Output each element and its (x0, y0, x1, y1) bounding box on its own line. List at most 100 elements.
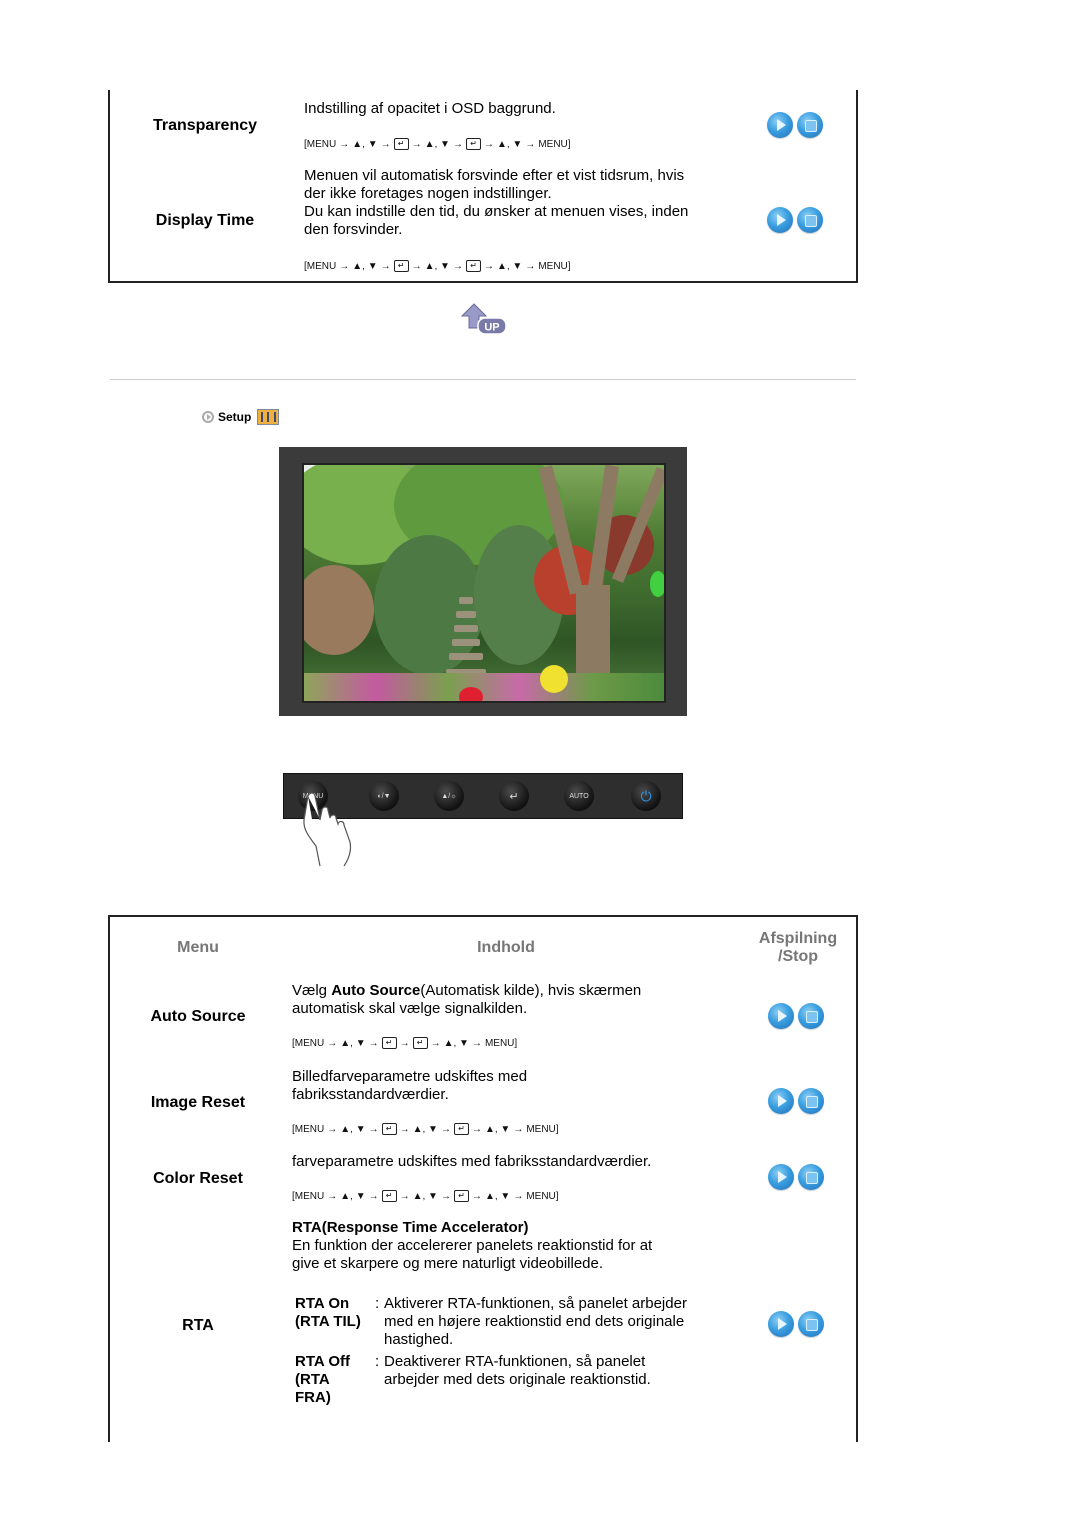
enter-key-icon: ↵ (381, 1123, 397, 1135)
key-line: RTA On (295, 1295, 350, 1312)
garden-photo (302, 463, 666, 703)
key-line: (RTA (295, 1371, 330, 1388)
display-time-key-path: [MENU → ▲, ▼ → ↵ → ▲, ▼ → ↵ → ▲, ▼ → MENU] (304, 260, 571, 272)
enter-key-icon: ↵ (465, 138, 481, 150)
up-brightness-button[interactable]: ▲/☼ (434, 781, 464, 811)
description-line: Du kan indstille den tid, du ønsker at m… (304, 203, 689, 220)
value-line: med en højere reaktionstid end dets orig… (384, 1313, 685, 1330)
enter-button[interactable]: ↵ (499, 781, 529, 811)
arrow-icon: → (380, 260, 391, 272)
display-time-description: Menuen vil automatisk forsvinde efter et… (304, 167, 688, 239)
arrow-icon: → (368, 1190, 379, 1202)
play-icon[interactable] (768, 1088, 794, 1114)
rta-option-off: RTA Off (RTA FRA) : Deaktiverer RTA-funk… (295, 1353, 724, 1407)
key-token: ▲, ▼ (484, 1123, 511, 1135)
arrow-icon: → (440, 1190, 451, 1202)
key-token: ▲, ▼ (424, 138, 450, 150)
rta-option-key: RTA On (RTA TIL) (295, 1295, 375, 1349)
play-icon[interactable] (768, 1003, 794, 1029)
stop-icon[interactable] (797, 112, 823, 138)
key-token: MENU] (538, 260, 571, 272)
menu-item-auto-source: Auto Source (150, 1008, 246, 1025)
play-icon[interactable] (768, 1311, 794, 1337)
description-line: automatisk skal vælge signalkilden. (292, 1000, 528, 1017)
key-token: ▲, ▼ (340, 1190, 366, 1202)
key-token: ▲, ▼ (496, 260, 523, 272)
value-line: hastighed. (384, 1331, 454, 1348)
rta-option-value: Deaktiverer RTA-funktionen, så panelet a… (384, 1353, 724, 1407)
arrow-icon: → (327, 1190, 338, 1202)
menu-item-display-time: Display Time (155, 212, 255, 229)
arrow-icon: → (411, 138, 422, 150)
colon-separator: : (375, 1295, 380, 1312)
arrow-icon: → (327, 1123, 338, 1135)
header-content: Indhold (477, 939, 535, 956)
key-token: ▲, ▼ (352, 260, 378, 272)
key-token: MENU] (526, 1123, 559, 1135)
auto-button[interactable]: AUTO (564, 781, 594, 811)
description-line: Menuen vil automatisk forsvinde efter et… (304, 167, 685, 184)
header-playstop-line: /Stop (778, 948, 818, 965)
auto-source-playstop (768, 1003, 824, 1029)
arrow-icon: → (430, 1037, 441, 1049)
top-menu-table: Transparency Indstilling af opacitet i O… (108, 90, 858, 283)
section-title: Setup (218, 410, 252, 424)
up-arrow-icon[interactable]: UP (460, 302, 508, 338)
color-reset-playstop (768, 1164, 824, 1190)
key-token: ▲, ▼ (424, 260, 450, 272)
description-line: give et skarpere og mere naturligt video… (292, 1255, 604, 1272)
arrow-icon: → (339, 260, 350, 272)
auto-source-description: Vælg Auto Source(Automatisk kilde), hvis… (292, 982, 641, 1018)
key-token: ▲, ▼ (496, 138, 523, 150)
bottom-menu-table: Menu Indhold Afspilning /Stop Auto Sourc… (108, 915, 858, 1442)
enter-key-icon: ↵ (453, 1190, 469, 1202)
key-token: [MENU (304, 138, 337, 150)
colon-separator: : (375, 1353, 380, 1370)
rta-option-value: Aktiverer RTA-funktionen, så panelet arb… (384, 1295, 724, 1349)
stop-icon[interactable] (797, 207, 823, 233)
section-heading-setup: Setup (202, 409, 280, 425)
enter-key-icon: ↵ (393, 260, 409, 272)
stop-icon[interactable] (798, 1311, 824, 1337)
enter-key-icon: ↵ (412, 1037, 428, 1049)
arrow-icon: → (483, 138, 494, 150)
color-reset-description: farveparametre udskiftes med fabriksstan… (292, 1153, 651, 1171)
key-token: [MENU (292, 1037, 325, 1049)
circle-arrow-icon (202, 411, 214, 423)
enter-key-icon: ↵ (381, 1037, 397, 1049)
section-divider (110, 379, 856, 380)
key-token: ▲, ▼ (412, 1123, 438, 1135)
description-bold: Auto Source (331, 982, 421, 999)
stop-icon[interactable] (798, 1003, 824, 1029)
play-icon[interactable] (768, 1164, 794, 1190)
transparency-playstop (767, 112, 823, 138)
menu-item-image-reset: Image Reset (150, 1094, 246, 1111)
rta-description: RTA(Response Time Accelerator) En funkti… (292, 1219, 652, 1273)
key-token: MENU] (538, 138, 571, 150)
key-token: ▲, ▼ (412, 1190, 438, 1202)
rta-option-key: RTA Off (RTA FRA) (295, 1353, 375, 1407)
stop-icon[interactable] (798, 1164, 824, 1190)
play-icon[interactable] (767, 112, 793, 138)
arrow-icon: → (513, 1123, 524, 1135)
description-line: den forsvinder. (304, 221, 403, 238)
stop-icon[interactable] (798, 1088, 824, 1114)
arrow-icon: → (471, 1123, 482, 1135)
arrow-icon: → (380, 138, 391, 150)
image-reset-key-path: [MENU → ▲, ▼ → ↵ → ▲, ▼ → ↵ → ▲, ▼ → MENU] (292, 1123, 559, 1135)
rta-option-on: RTA On (RTA TIL) : Aktiverer RTA-funktio… (295, 1295, 724, 1349)
description-line: En funktion der accelererer panelets rea… (292, 1237, 653, 1254)
key-token: [MENU (304, 260, 337, 272)
value-line: Deaktiverer RTA-funktionen, så panelet (384, 1353, 646, 1370)
key-line: (RTA TIL) (295, 1313, 361, 1330)
play-icon[interactable] (767, 207, 793, 233)
power-button[interactable]: ⏻ (631, 781, 661, 811)
image-reset-description: Billedfarveparametre udskiftes med fabri… (292, 1068, 527, 1104)
description-line: farveparametre udskiftes med fabriksstan… (292, 1153, 652, 1170)
magic-down-button[interactable]: ◐/▼ (369, 781, 399, 811)
description-line: Indstilling af opacitet i OSD baggrund. (304, 100, 556, 117)
arrow-icon: → (339, 138, 350, 150)
enter-key-icon: ↵ (465, 260, 481, 272)
image-reset-playstop (768, 1088, 824, 1114)
arrow-icon: → (327, 1037, 338, 1049)
